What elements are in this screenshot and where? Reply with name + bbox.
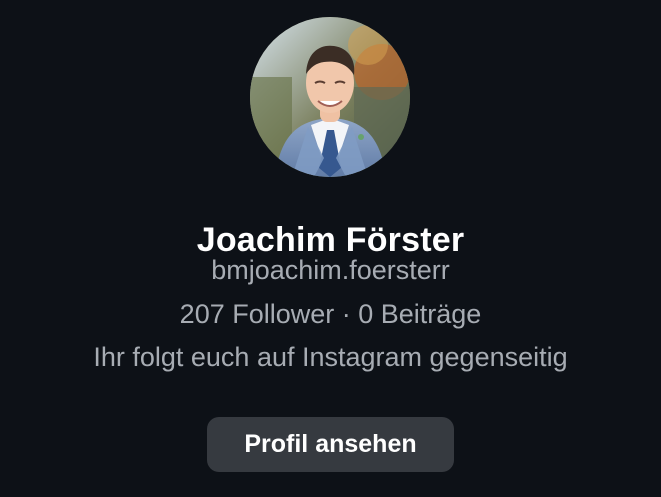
profile-name: Joachim Förster [196,220,465,259]
profile-card: Joachim Förster bmjoachim.foersterr 207 … [0,0,661,497]
profile-username: bmjoachim.foersterr [211,255,450,285]
profile-avatar[interactable] [250,17,410,177]
profile-photo [250,17,410,177]
profile-stats: 207 Follower · 0 Beiträge [179,299,482,329]
view-profile-button[interactable]: Profil ansehen [207,417,454,472]
mutual-follow-text: Ihr folgt euch auf Instagram gegenseitig [93,342,568,372]
